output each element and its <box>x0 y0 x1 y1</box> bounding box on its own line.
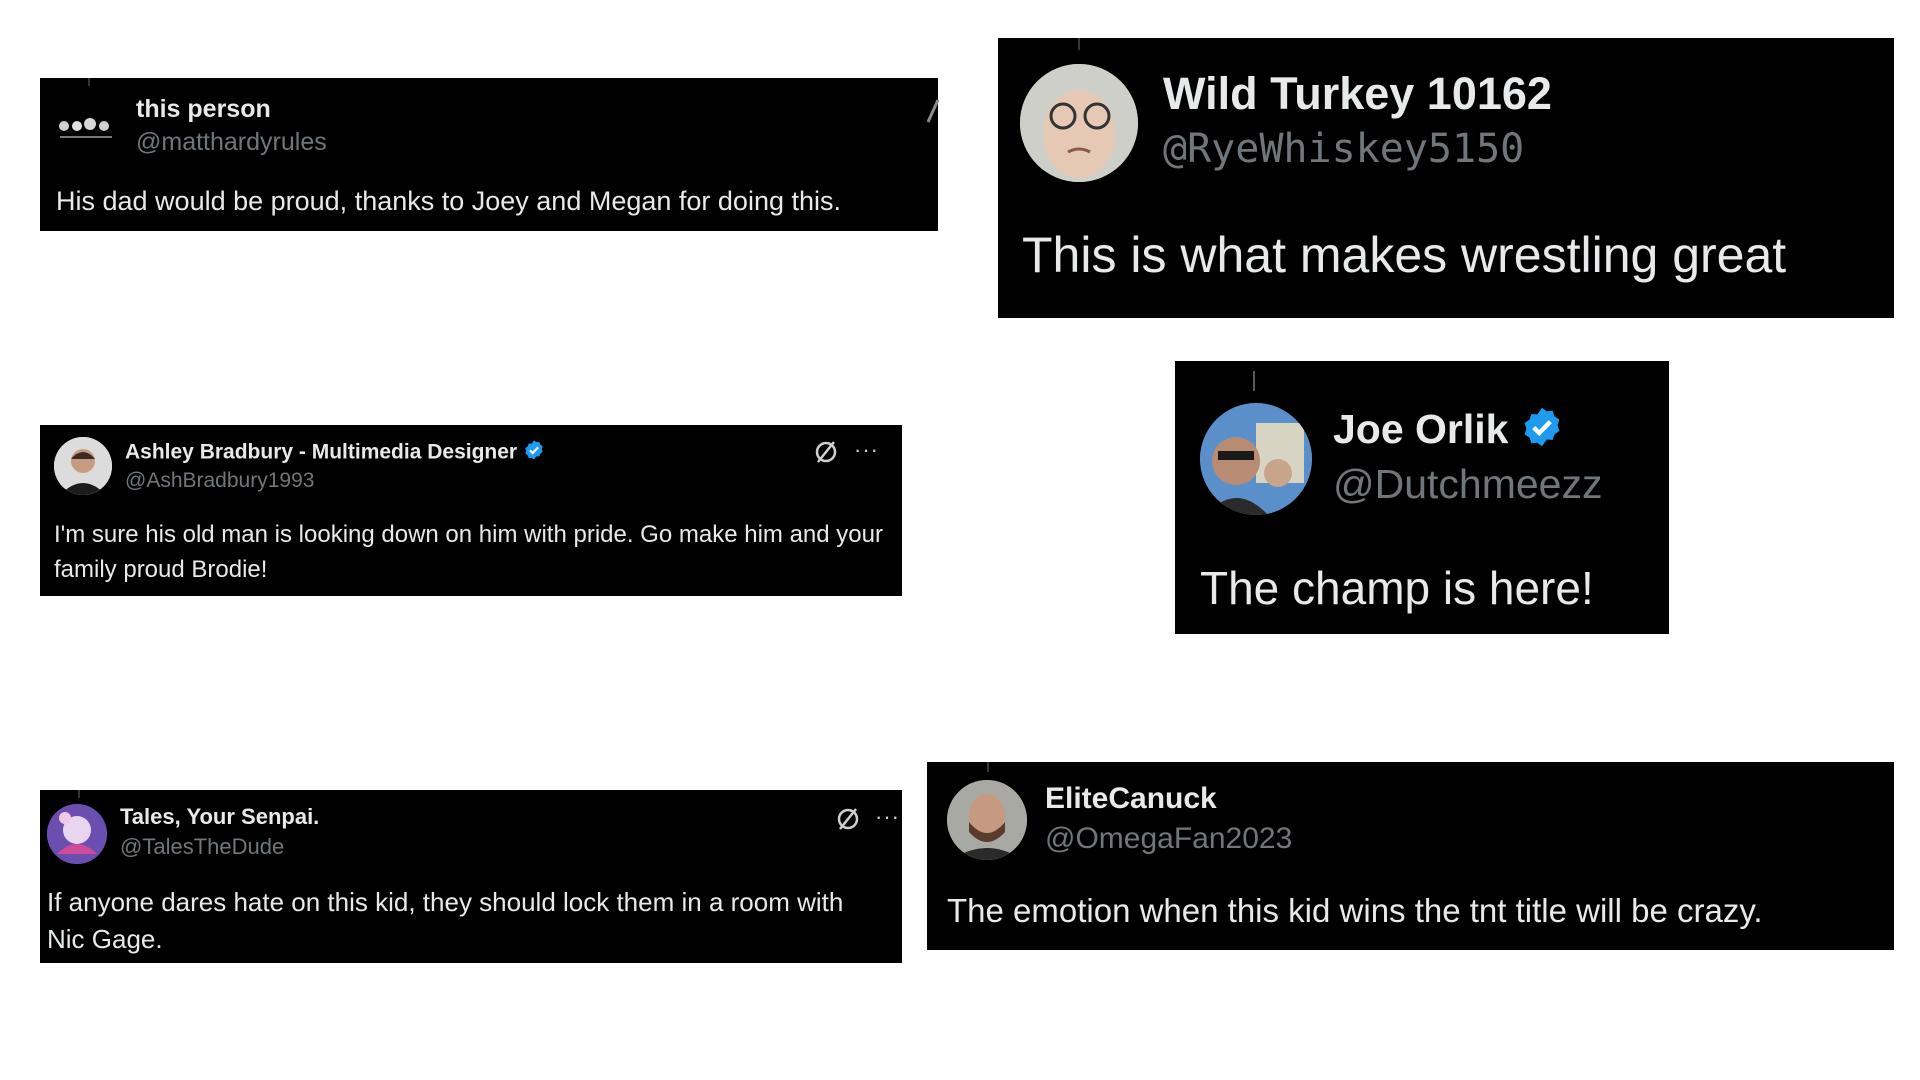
more-icon[interactable]: ··· <box>875 804 900 830</box>
display-name[interactable]: Tales, Your Senpai. <box>120 804 319 830</box>
tweet-text: This is what makes wrestling great <box>1022 227 1787 283</box>
avatar[interactable] <box>1020 64 1138 182</box>
tweet-card-tales-your-senpai[interactable]: Tales, Your Senpai. @TalesTheDude ··· If… <box>40 790 902 963</box>
tweet-card-joe-orlik[interactable]: Joe Orlik @Dutchmeezz The champ is here! <box>1175 361 1669 634</box>
display-name[interactable]: Joe Orlik <box>1333 405 1564 459</box>
username[interactable]: @AshBradbury1993 <box>125 469 314 493</box>
username[interactable]: @matthardyrules <box>136 128 327 157</box>
avatar-image <box>1020 64 1138 182</box>
thread-line <box>987 762 989 772</box>
avatar[interactable] <box>1200 403 1312 515</box>
verified-badge-icon <box>1520 405 1564 459</box>
tweet-card-this-person[interactable]: this person @matthardyrules His dad woul… <box>40 78 940 231</box>
thread-line <box>78 790 80 798</box>
display-name[interactable]: Wild Turkey 10162 <box>1163 68 1552 120</box>
verified-badge-icon <box>523 439 545 467</box>
tweet-text: If anyone dares hate on this kid, they s… <box>47 887 844 954</box>
thread-line <box>88 78 90 86</box>
avatar[interactable] <box>54 108 122 148</box>
display-name[interactable]: EliteCanuck <box>1045 782 1217 816</box>
grok-icon[interactable] <box>835 806 861 837</box>
grok-icon[interactable] <box>926 98 940 129</box>
tweet-text: The champ is here! <box>1200 562 1594 614</box>
username[interactable]: @TalesTheDude <box>120 834 284 860</box>
avatar-image <box>59 118 112 138</box>
grok-icon[interactable] <box>813 439 839 470</box>
avatar-image <box>54 437 112 495</box>
display-name[interactable]: Ashley Bradbury - Multimedia Designer <box>125 439 545 467</box>
tweet-card-ashley-bradbury[interactable]: Ashley Bradbury - Multimedia Designer @A… <box>40 425 902 596</box>
username[interactable]: @RyeWhiskey5150 <box>1163 126 1524 172</box>
display-name[interactable]: this person <box>136 95 271 124</box>
avatar-image <box>947 780 1027 860</box>
tweet-text: I'm sure his old man is looking down on … <box>54 521 883 583</box>
more-icon[interactable]: ··· <box>854 437 879 463</box>
username[interactable]: @OmegaFan2023 <box>1045 822 1292 856</box>
tweet-text: His dad would be proud, thanks to Joey a… <box>56 186 841 216</box>
thread-line <box>1253 371 1255 391</box>
avatar[interactable] <box>54 437 112 495</box>
avatar-image <box>47 804 107 864</box>
avatar-image <box>1200 403 1312 515</box>
display-name-text: Ashley Bradbury - Multimedia Designer <box>125 440 518 464</box>
display-name-text: Joe Orlik <box>1333 405 1509 452</box>
avatar[interactable] <box>47 804 107 864</box>
username[interactable]: @Dutchmeezz <box>1333 461 1602 508</box>
tweet-text: The emotion when this kid wins the tnt t… <box>947 892 1763 929</box>
thread-line <box>1078 38 1080 50</box>
tweet-card-wild-turkey[interactable]: Wild Turkey 10162 @RyeWhiskey5150 This i… <box>998 38 1894 318</box>
avatar[interactable] <box>947 780 1027 860</box>
tweet-card-elitecanuck[interactable]: EliteCanuck @OmegaFan2023 The emotion wh… <box>927 762 1894 950</box>
